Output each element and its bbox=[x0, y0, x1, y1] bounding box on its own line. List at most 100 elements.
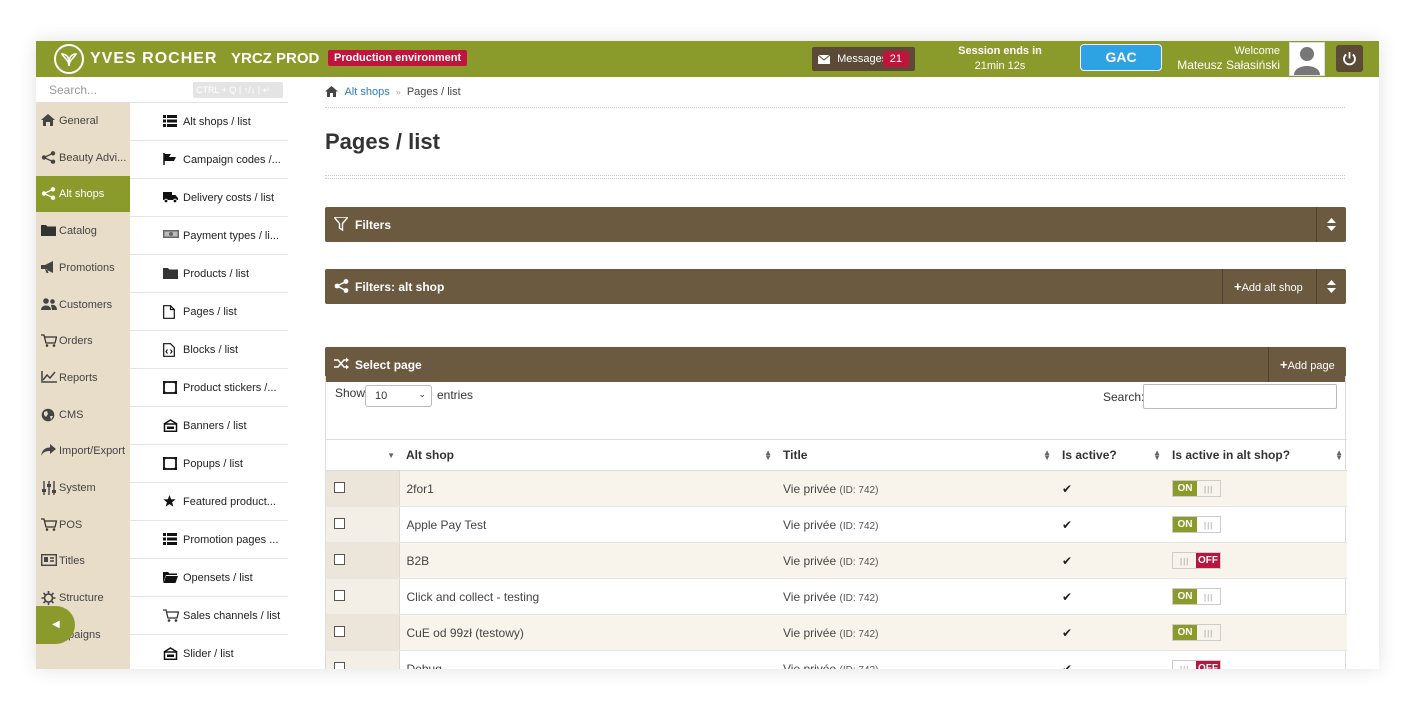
column-header-alt-shop[interactable]: Alt shop ▲ ▼ bbox=[399, 439, 776, 471]
toggle-filters-button[interactable] bbox=[1316, 207, 1346, 242]
submenu-item-slider-list[interactable]: Slider / list bbox=[130, 635, 288, 669]
check-icon: ✔ bbox=[1062, 553, 1073, 568]
column-header-is-active-in-alt-shop[interactable]: Is active in alt shop? ▲ ▼ bbox=[1165, 439, 1347, 471]
submenu-item-sales-channels-list[interactable]: Sales channels / list bbox=[130, 597, 288, 635]
sidebar-item-import-export[interactable]: Import/Export bbox=[36, 433, 130, 469]
sidebar-search[interactable]: Search... CTRL + Q | ↑/↓ | ↵ bbox=[36, 77, 288, 103]
submenu-item-delivery-costs-list[interactable]: Delivery costs / list bbox=[130, 179, 288, 217]
toggle-grip: ||| bbox=[1204, 521, 1214, 530]
active-in-alt-shop-toggle[interactable]: ON ||| bbox=[1172, 624, 1221, 641]
user-name: Mateusz Sałasiński bbox=[1177, 58, 1280, 72]
add-alt-shop-button[interactable]: +Add alt shop bbox=[1222, 269, 1316, 304]
sidebar-item-reports[interactable]: Reports bbox=[36, 360, 130, 396]
sidebar-item-customers[interactable]: Customers bbox=[36, 287, 130, 323]
globe-icon bbox=[41, 408, 57, 422]
toggle-grip: ||| bbox=[1180, 665, 1189, 669]
app-window: YVES ROCHER YRCZ PROD Production environ… bbox=[36, 41, 1379, 669]
sidebar-item-beauty-advi[interactable]: Beauty Advi... bbox=[36, 140, 130, 176]
page-title-value: Vie privée bbox=[783, 553, 837, 568]
entries-per-page-select[interactable]: 10 ⌄ bbox=[365, 385, 432, 407]
sidebar-item-label: Catalog bbox=[59, 225, 97, 238]
home-icon[interactable] bbox=[325, 86, 338, 97]
submenu-item-opensets-list[interactable]: Opensets / list bbox=[130, 559, 288, 597]
table-row[interactable]: Apple Pay Test Vie privée (ID: 742) ✔ ON ||| bbox=[326, 506, 1347, 543]
submenu-item-pages-list[interactable]: Pages / list bbox=[130, 293, 288, 331]
toggle-grip: ||| bbox=[1204, 629, 1214, 638]
is-active-cell: ✔ bbox=[1055, 578, 1165, 615]
submenu-item-products-list[interactable]: Products / list bbox=[130, 255, 288, 293]
submenu-item-banners-list[interactable]: Banners / list bbox=[130, 407, 288, 445]
submenu-item-popups-list[interactable]: Popups / list bbox=[130, 445, 288, 483]
gac-button[interactable]: GAC bbox=[1080, 44, 1162, 71]
sidebar-item-promotions[interactable]: Promotions bbox=[36, 250, 130, 286]
row-select-cell bbox=[326, 578, 400, 615]
sidebar-item-general[interactable]: General bbox=[36, 103, 130, 139]
yves-rocher-logo-icon[interactable] bbox=[54, 44, 84, 74]
submenu-item-alt-shops-list[interactable]: Alt shops / list bbox=[130, 103, 288, 141]
add-alt-shop-label: Add alt shop bbox=[1241, 282, 1303, 294]
sidebar-item-label: Reports bbox=[59, 371, 98, 384]
table-search-input[interactable] bbox=[1143, 384, 1337, 409]
sidebar-item-cms[interactable]: CMS bbox=[36, 397, 130, 433]
alt-shop-filters-panel-header[interactable]: Filters: alt shop +Add alt shop bbox=[325, 269, 1346, 304]
is-active-cell: ✔ bbox=[1055, 650, 1165, 669]
filters-panel-header[interactable]: Filters bbox=[325, 207, 1346, 242]
sidebar-item-label: CMS bbox=[59, 408, 84, 421]
submenu-item-blocks-list[interactable]: Blocks / list bbox=[130, 331, 288, 369]
submenu-item-label: Alt shops / list bbox=[183, 116, 251, 128]
row-checkbox[interactable] bbox=[334, 481, 345, 493]
active-in-alt-shop-toggle[interactable]: ||| OFF bbox=[1172, 660, 1221, 669]
sidebar-item-system[interactable]: System bbox=[36, 470, 130, 506]
active-in-alt-shop-toggle[interactable]: ON ||| bbox=[1172, 516, 1221, 533]
submenu-item-payment-types-li[interactable]: Payment types / li... bbox=[130, 217, 288, 255]
avatar[interactable] bbox=[1289, 42, 1325, 76]
row-checkbox[interactable] bbox=[334, 625, 345, 637]
table-row[interactable]: Click and collect - testing Vie privée (I… bbox=[326, 578, 1347, 615]
submenu-item-product-stickers[interactable]: Product stickers /... bbox=[130, 369, 288, 407]
table-row[interactable]: CuE od 99zł (testowy) Vie privée (ID: 742… bbox=[326, 614, 1347, 651]
share-icon bbox=[41, 150, 57, 165]
sidebar-item-alt-shops[interactable]: Alt shops bbox=[36, 176, 130, 213]
toggle-alt-shop-filters-button[interactable] bbox=[1316, 269, 1346, 304]
check-icon: ✔ bbox=[1062, 625, 1073, 640]
messages-button[interactable]: Messages 21 bbox=[812, 47, 915, 71]
logout-button[interactable] bbox=[1336, 45, 1363, 72]
row-checkbox[interactable] bbox=[334, 661, 345, 669]
submenu-item-label: Sales channels / list bbox=[183, 610, 281, 622]
active-in-alt-shop-toggle[interactable]: ON ||| bbox=[1172, 480, 1221, 497]
sidebar-item-pos[interactable]: POS bbox=[36, 507, 130, 543]
sidebar-item-label: Structure bbox=[59, 592, 104, 605]
is-active-in-alt-shop-cell: ON ||| bbox=[1165, 506, 1347, 543]
sidebar-item-orders[interactable]: Orders bbox=[36, 323, 130, 359]
sidebar-item-label: System bbox=[59, 482, 96, 494]
list-icon bbox=[163, 115, 177, 128]
submenu-item-promotion-pages[interactable]: Promotion pages ... bbox=[130, 521, 288, 559]
sidebar-item-titles[interactable]: Titles bbox=[36, 543, 130, 579]
submenu-item-campaign-codes[interactable]: Campaign codes /... bbox=[130, 141, 288, 179]
table-row[interactable]: 2for1 Vie privée (ID: 742) ✔ ON ||| bbox=[326, 470, 1347, 507]
table-search-label: Search: bbox=[1103, 390, 1145, 404]
breadcrumb-link-alt-shops[interactable]: Alt shops bbox=[344, 86, 389, 98]
pages-table: ▼ Alt shop ▲ ▼ Title ▲ ▼ Is active? ▲ ▼ Is act… bbox=[326, 439, 1347, 669]
sidebar-search-input[interactable]: Search... bbox=[49, 83, 97, 97]
check-icon: ✔ bbox=[1062, 481, 1073, 496]
row-checkbox[interactable] bbox=[334, 553, 345, 565]
column-header-title[interactable]: Title ▲ ▼ bbox=[776, 439, 1055, 471]
table-row[interactable]: DebugVie privée (ID: 742)✔|||OFF bbox=[326, 650, 1347, 669]
alt-shop-cell: 2for1 bbox=[399, 470, 776, 507]
session-timer: Session ends in 21min 12s bbox=[941, 44, 1059, 74]
sort-icon bbox=[1327, 280, 1336, 293]
flag-icon bbox=[163, 153, 177, 166]
sidebar-item-label: POS bbox=[59, 518, 83, 531]
collapse-sidebar-button[interactable]: ◀ bbox=[36, 606, 75, 644]
column-header-is-active[interactable]: Is active? ▲ ▼ bbox=[1055, 439, 1165, 471]
sort-icon: ▲ ▼ bbox=[1335, 448, 1343, 462]
active-in-alt-shop-toggle[interactable]: ||| OFF bbox=[1172, 552, 1221, 569]
submenu-item-featured-product[interactable]: Featured product... bbox=[130, 483, 288, 521]
row-checkbox[interactable] bbox=[334, 517, 345, 529]
active-in-alt-shop-toggle[interactable]: ON ||| bbox=[1172, 588, 1221, 605]
table-row[interactable]: B2B Vie privée (ID: 742) ✔ ||| OFF bbox=[326, 542, 1347, 579]
row-checkbox[interactable] bbox=[334, 589, 345, 601]
column-header-select[interactable]: ▼ bbox=[326, 439, 399, 471]
sidebar-item-catalog[interactable]: Catalog bbox=[36, 213, 130, 249]
